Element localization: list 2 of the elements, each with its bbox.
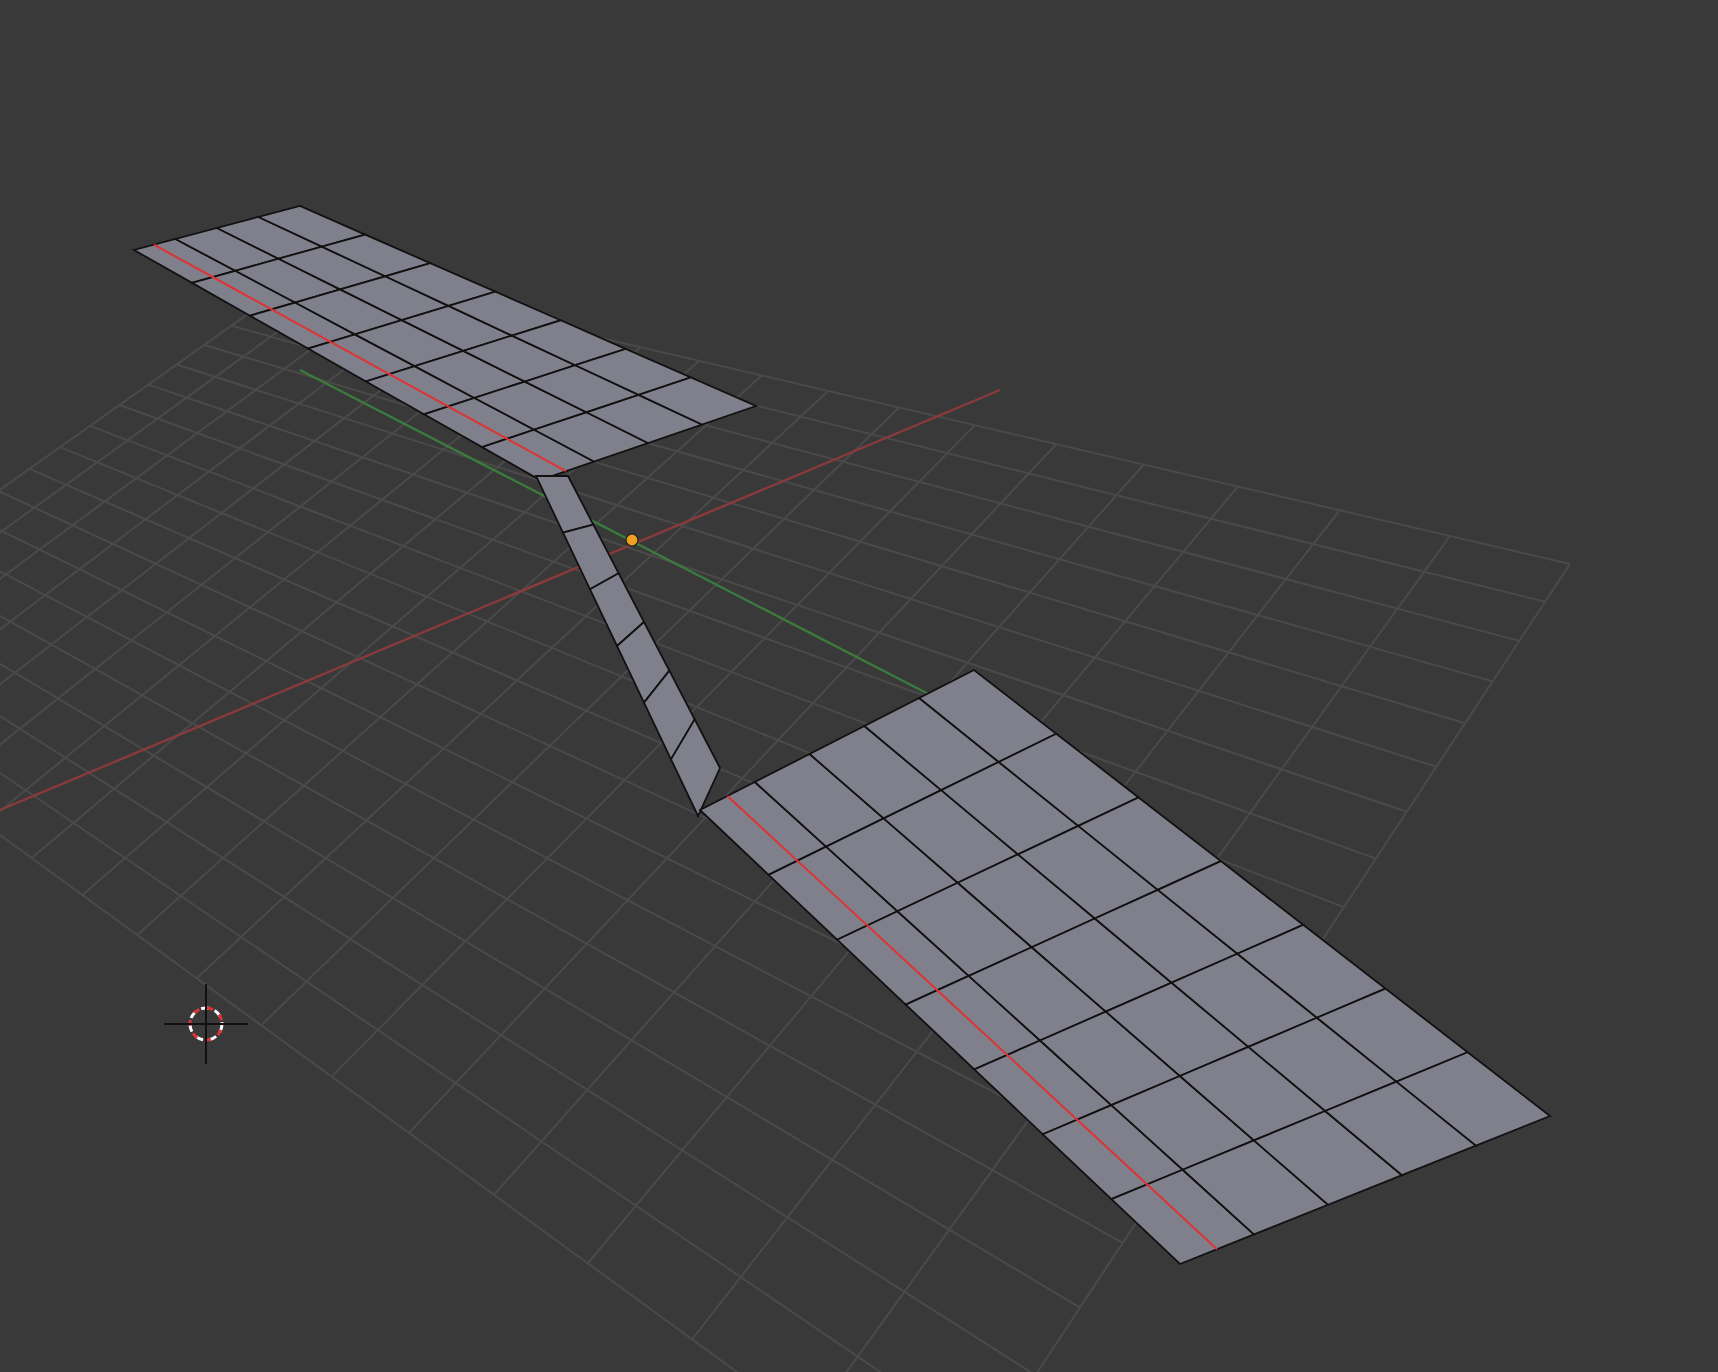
3d-cursor-icon bbox=[163, 983, 249, 1065]
origin-dot bbox=[625, 533, 639, 547]
